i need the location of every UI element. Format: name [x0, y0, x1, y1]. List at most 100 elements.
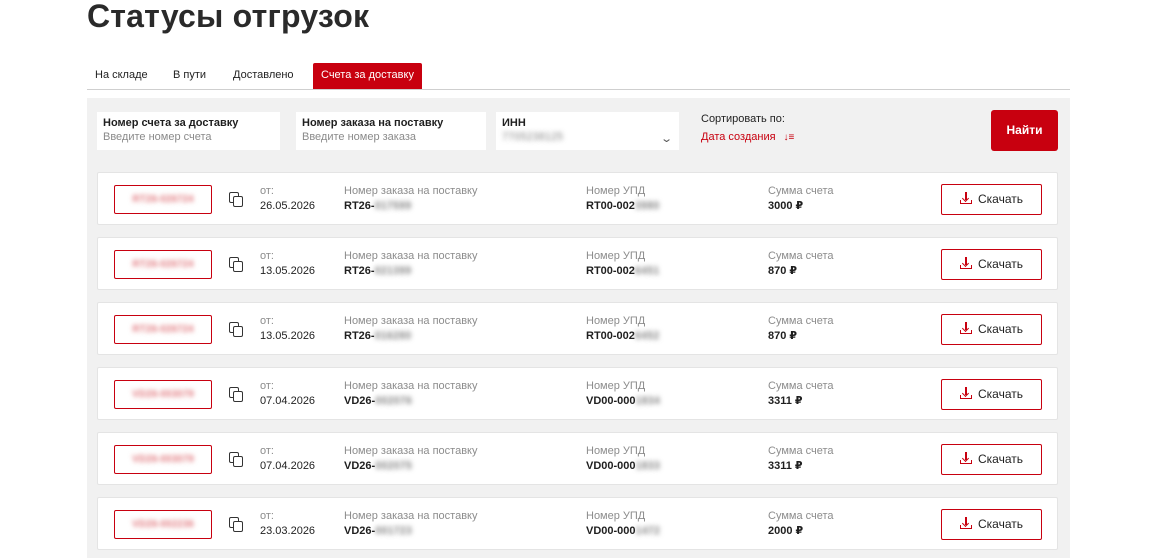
- inn-select[interactable]: ИНН 7705238125 ⌄: [496, 112, 679, 150]
- upd-value: VD00-0001472: [586, 525, 661, 537]
- upd-column: Номер УПД RT00-0026452: [586, 314, 659, 344]
- download-button[interactable]: Скачать: [941, 184, 1042, 215]
- download-button[interactable]: Скачать: [941, 444, 1042, 475]
- date-value: 26.05.2026: [260, 200, 316, 212]
- order-value: VD26-002075: [344, 460, 412, 472]
- order-column: Номер заказа на поставку VD26-002075: [344, 444, 477, 474]
- order-column: Номер заказа на поставку RT26-017599: [344, 184, 477, 214]
- download-button[interactable]: Скачать: [941, 509, 1042, 540]
- sum-column: Сумма счета 3311 ₽: [768, 379, 834, 409]
- copy-icon[interactable]: [228, 321, 245, 338]
- order-label: Номер заказа на поставку: [344, 445, 478, 457]
- copy-icon[interactable]: [228, 386, 245, 403]
- sum-label: Сумма счета: [768, 250, 834, 262]
- download-icon: [960, 192, 972, 204]
- sum-column: Сумма счета 3311 ₽: [768, 444, 834, 474]
- order-number-input[interactable]: Введите номер заказа: [302, 130, 480, 145]
- order-column: Номер заказа на поставку RT26-016280: [344, 314, 477, 344]
- download-button[interactable]: Скачать: [941, 314, 1042, 345]
- tab-delivery-invoices[interactable]: Счета за доставку: [313, 63, 422, 89]
- sort-value[interactable]: Дата создания ↓≡: [701, 126, 794, 149]
- download-icon: [960, 387, 972, 399]
- download-icon: [960, 517, 972, 529]
- upd-column: Номер УПД VD00-0001472: [586, 509, 660, 539]
- order-column: Номер заказа на поставку RT26-021399: [344, 249, 477, 279]
- upd-column: Номер УПД RT00-0023980: [586, 184, 659, 214]
- download-button[interactable]: Скачать: [941, 249, 1042, 280]
- invoice-date: от: 26.05.2026: [260, 184, 315, 214]
- invoice-row: VD26-003079 от: 07.04.2026 Номер заказа …: [97, 367, 1058, 420]
- download-label: Скачать: [978, 452, 1023, 466]
- upd-label: Номер УПД: [586, 445, 646, 457]
- sum-label: Сумма счета: [768, 185, 834, 197]
- date-prefix: от:: [260, 185, 274, 197]
- sum-column: Сумма счета 870 ₽: [768, 314, 834, 344]
- tab-in-warehouse[interactable]: На складе: [87, 63, 156, 89]
- invoice-number-badge[interactable]: RT26-026724: [114, 185, 212, 214]
- copy-icon[interactable]: [228, 256, 245, 273]
- copy-icon[interactable]: [228, 191, 245, 208]
- search-button[interactable]: Найти: [991, 110, 1058, 151]
- date-prefix: от:: [260, 510, 274, 522]
- sum-column: Сумма счета 3000 ₽: [768, 184, 834, 214]
- page-title: Статусы отгрузок: [87, 0, 370, 34]
- upd-value: RT00-0023980: [586, 200, 660, 212]
- upd-column: Номер УПД RT00-0026451: [586, 249, 659, 279]
- upd-label: Номер УПД: [586, 510, 646, 522]
- sum-value: 3000 ₽: [768, 200, 804, 212]
- invoice-number-badge[interactable]: RT26-026724: [114, 315, 212, 344]
- order-value: RT26-017599: [344, 200, 412, 212]
- upd-value: RT00-0026451: [586, 265, 660, 277]
- invoice-number-badge[interactable]: RT26-026724: [114, 250, 212, 279]
- copy-icon[interactable]: [228, 516, 245, 533]
- date-prefix: от:: [260, 445, 274, 457]
- invoice-number-field[interactable]: Номер счета за доставку Введите номер сч…: [97, 112, 280, 150]
- invoice-date: от: 07.04.2026: [260, 379, 315, 409]
- download-icon: [960, 452, 972, 464]
- order-label: Номер заказа на поставку: [344, 510, 478, 522]
- date-prefix: от:: [260, 250, 274, 262]
- download-label: Скачать: [978, 257, 1023, 271]
- sum-column: Сумма счета 870 ₽: [768, 249, 834, 279]
- download-label: Скачать: [978, 517, 1023, 531]
- date-prefix: от:: [260, 380, 274, 392]
- sum-label: Сумма счета: [768, 510, 834, 522]
- upd-label: Номер УПД: [586, 250, 646, 262]
- upd-value: RT00-0026452: [586, 330, 660, 342]
- upd-value: VD00-0001834: [586, 395, 661, 407]
- date-value: 13.05.2026: [260, 265, 316, 277]
- invoice-row: RT26-026724 от: 13.05.2026 Номер заказа …: [97, 237, 1058, 290]
- copy-icon[interactable]: [228, 451, 245, 468]
- invoice-row: RT26-026724 от: 13.05.2026 Номер заказа …: [97, 302, 1058, 355]
- download-label: Скачать: [978, 192, 1023, 206]
- sum-value: 3311 ₽: [768, 460, 803, 472]
- sum-value: 870 ₽: [768, 265, 798, 277]
- invoice-number-badge[interactable]: VD26-003079: [114, 445, 212, 474]
- invoices-panel: Номер счета за доставку Введите номер сч…: [87, 98, 1070, 558]
- tab-in-transit[interactable]: В пути: [165, 63, 214, 89]
- date-value: 13.05.2026: [260, 330, 316, 342]
- upd-label: Номер УПД: [586, 380, 646, 392]
- sum-column: Сумма счета 2000 ₽: [768, 509, 834, 539]
- invoice-number-input[interactable]: Введите номер счета: [103, 130, 274, 145]
- invoice-number-badge[interactable]: VD26-002236: [114, 510, 212, 539]
- sort-desc-icon[interactable]: ↓≡: [784, 132, 795, 143]
- order-number-field[interactable]: Номер заказа на поставку Введите номер з…: [296, 112, 486, 150]
- chevron-down-icon: ⌄: [659, 133, 673, 145]
- inn-label: ИНН: [502, 117, 526, 129]
- date-value: 07.04.2026: [260, 395, 316, 407]
- date-value: 23.03.2026: [260, 525, 316, 537]
- invoice-number-badge[interactable]: VD26-003079: [114, 380, 212, 409]
- tab-delivered[interactable]: Доставлено: [225, 63, 302, 89]
- invoice-date: от: 13.05.2026: [260, 249, 315, 279]
- order-value: RT26-016280: [344, 330, 412, 342]
- download-button[interactable]: Скачать: [941, 379, 1042, 410]
- date-value: 07.04.2026: [260, 460, 316, 472]
- sort-control[interactable]: Сортировать по: Дата создания ↓≡: [701, 112, 794, 149]
- sum-label: Сумма счета: [768, 380, 834, 392]
- invoice-row: VD26-002236 от: 23.03.2026 Номер заказа …: [97, 497, 1058, 550]
- upd-value: VD00-0001833: [586, 460, 661, 472]
- order-value: VD26-001723: [344, 525, 412, 537]
- sum-value: 870 ₽: [768, 330, 798, 342]
- date-prefix: от:: [260, 315, 274, 327]
